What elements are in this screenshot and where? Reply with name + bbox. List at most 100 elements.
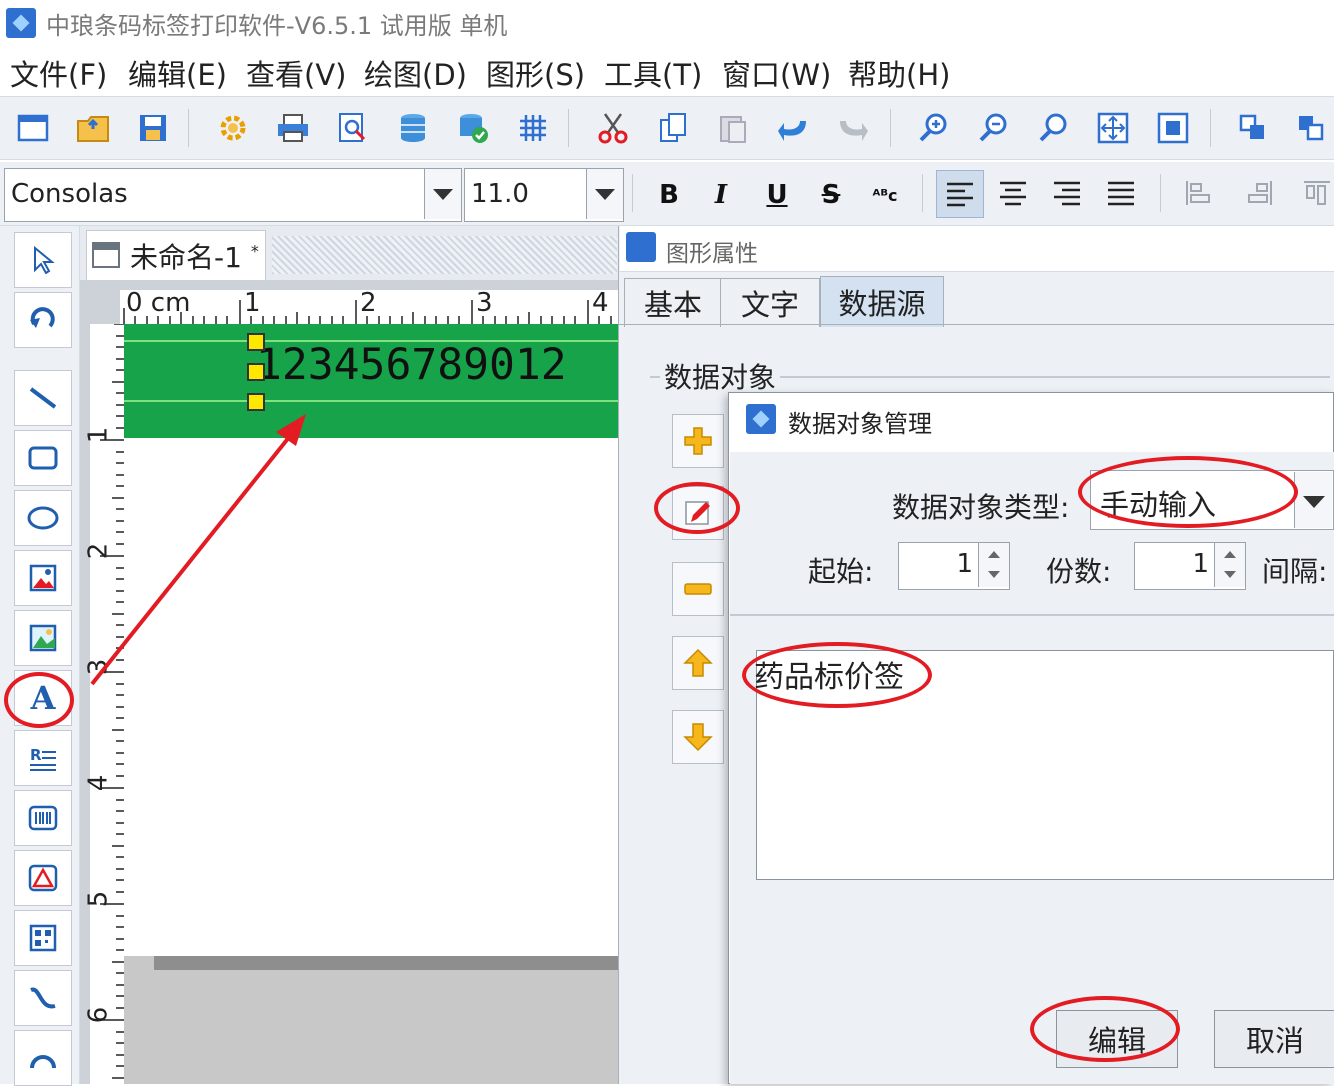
distribute-left-icon[interactable] bbox=[1176, 170, 1222, 216]
start-stepper[interactable]: 1 bbox=[898, 542, 1010, 590]
ruler-tick-label: 4 bbox=[83, 774, 114, 792]
font-name-value: Consolas bbox=[11, 179, 128, 209]
database-icon[interactable] bbox=[390, 105, 436, 151]
resize-handle[interactable] bbox=[247, 393, 265, 411]
menu-tools[interactable]: 工具(T) bbox=[604, 52, 702, 94]
tab-basic[interactable]: 基本 bbox=[624, 278, 722, 327]
zoom-icon[interactable] bbox=[1030, 105, 1076, 151]
ruler-tick-label: 2 bbox=[360, 288, 377, 318]
resize-handle[interactable] bbox=[247, 363, 265, 381]
menu-shape[interactable]: 图形(S) bbox=[486, 52, 585, 94]
rotate-tool-icon[interactable] bbox=[14, 292, 72, 348]
arc-tool-icon[interactable] bbox=[14, 1030, 72, 1086]
cancel-button[interactable]: 取消 bbox=[1214, 1010, 1334, 1068]
document-tab-title: 未命名-1 * bbox=[130, 241, 259, 274]
tab-divider bbox=[618, 324, 1334, 325]
annotation-circle-edit-button bbox=[1030, 996, 1180, 1062]
rich-text-tool-icon[interactable]: R bbox=[14, 730, 72, 786]
chevron-down-icon[interactable] bbox=[424, 169, 461, 219]
menu-edit[interactable]: 编辑(E) bbox=[128, 52, 227, 94]
bold-button[interactable]: B bbox=[646, 172, 692, 218]
text-object[interactable]: 123456789012 bbox=[256, 340, 567, 390]
new-icon[interactable] bbox=[10, 105, 56, 151]
select-pointer-icon[interactable] bbox=[14, 232, 72, 288]
font-size-select[interactable]: 11.0 bbox=[464, 168, 624, 222]
strikethrough-button[interactable]: S bbox=[808, 172, 854, 218]
font-name-select[interactable]: Consolas bbox=[4, 168, 462, 222]
copies-stepper[interactable]: 1 bbox=[1134, 542, 1246, 590]
fit-page-icon[interactable] bbox=[1090, 105, 1136, 151]
copies-value: 1 bbox=[1192, 549, 1209, 579]
remove-icon[interactable] bbox=[672, 562, 724, 616]
bring-front-icon[interactable] bbox=[1230, 105, 1276, 151]
superscript-button[interactable]: ᴬᴮc bbox=[862, 172, 908, 218]
open-icon[interactable] bbox=[70, 105, 116, 151]
rectangle-tool-icon[interactable] bbox=[14, 430, 72, 486]
ruler-tick-label: 6 bbox=[83, 1006, 114, 1024]
copy-icon[interactable] bbox=[650, 105, 696, 151]
ellipse-tool-icon[interactable] bbox=[14, 490, 72, 546]
image-tool-icon[interactable] bbox=[14, 550, 72, 606]
chevron-down-icon[interactable] bbox=[586, 169, 623, 219]
ruler-tick-label: 1 bbox=[83, 426, 114, 444]
tab-datasource[interactable]: 数据源 bbox=[820, 276, 944, 327]
annotation-circle-edit-icon bbox=[654, 482, 740, 534]
move-down-icon[interactable] bbox=[672, 710, 724, 764]
qrcode-tool-icon[interactable] bbox=[14, 910, 72, 966]
spin-arrows-icon[interactable] bbox=[978, 543, 1009, 587]
annotation-circle-text-tool bbox=[4, 672, 74, 728]
menu-file[interactable]: 文件(F) bbox=[10, 52, 107, 94]
print-icon[interactable] bbox=[270, 105, 316, 151]
menu-window[interactable]: 窗口(W) bbox=[722, 52, 831, 94]
cut-icon[interactable] bbox=[590, 105, 636, 151]
zoom-in-icon[interactable] bbox=[910, 105, 956, 151]
main-toolbar bbox=[0, 96, 1334, 160]
print-preview-icon[interactable] bbox=[330, 105, 376, 151]
copies-label: 份数: bbox=[1046, 555, 1112, 588]
app-logo-icon bbox=[6, 8, 36, 38]
paper-shadow bbox=[154, 956, 618, 970]
align-center-icon[interactable] bbox=[990, 170, 1036, 216]
distribute-right-icon[interactable] bbox=[1236, 170, 1282, 216]
distribute-top-icon[interactable] bbox=[1294, 170, 1334, 216]
save-icon[interactable] bbox=[130, 105, 176, 151]
menu-view[interactable]: 查看(V) bbox=[246, 52, 346, 94]
menu-help[interactable]: 帮助(H) bbox=[848, 52, 950, 94]
paste-icon[interactable] bbox=[710, 105, 756, 151]
curve-tool-icon[interactable] bbox=[14, 970, 72, 1026]
add-icon[interactable] bbox=[672, 414, 724, 468]
settings-icon[interactable] bbox=[210, 105, 256, 151]
menu-draw[interactable]: 绘图(D) bbox=[364, 52, 467, 94]
undo-icon[interactable] bbox=[770, 105, 816, 151]
align-left-icon[interactable] bbox=[936, 170, 984, 218]
group-label: 数据对象 bbox=[660, 356, 781, 396]
italic-button[interactable]: I bbox=[698, 172, 744, 218]
grid-icon[interactable] bbox=[510, 105, 556, 151]
underline-button[interactable]: U bbox=[754, 172, 800, 218]
resize-handle[interactable] bbox=[247, 333, 265, 351]
barcode-tool-icon[interactable] bbox=[14, 790, 72, 846]
send-back-icon[interactable] bbox=[1288, 105, 1334, 151]
move-up-icon[interactable] bbox=[672, 636, 724, 690]
zoom-out-icon[interactable] bbox=[970, 105, 1016, 151]
tab-text[interactable]: 文字 bbox=[720, 278, 820, 327]
align-right-icon[interactable] bbox=[1044, 170, 1090, 216]
properties-title: 图形属性 bbox=[666, 241, 758, 267]
ruler-tick-label: 5 bbox=[83, 890, 114, 908]
database-refresh-icon[interactable] bbox=[450, 105, 496, 151]
dialog-separator bbox=[730, 614, 1334, 616]
align-justify-icon[interactable] bbox=[1098, 170, 1144, 216]
spin-arrows-icon[interactable] bbox=[1214, 543, 1245, 587]
start-value: 1 bbox=[956, 549, 973, 579]
interval-label: 间隔: bbox=[1262, 555, 1328, 588]
fit-width-icon[interactable] bbox=[1150, 105, 1196, 151]
shape-tool-icon[interactable] bbox=[14, 850, 72, 906]
ruler-tick-label: 2 bbox=[83, 542, 114, 560]
line-tool-icon[interactable] bbox=[14, 370, 72, 426]
chevron-down-icon[interactable] bbox=[1294, 472, 1332, 528]
picture-tool-icon[interactable] bbox=[14, 610, 72, 666]
ruler-tick-label: 4 bbox=[592, 288, 609, 318]
ruler-unit-label: 0 cm bbox=[126, 288, 191, 318]
redo-icon[interactable] bbox=[830, 105, 876, 151]
font-size-value: 11.0 bbox=[471, 179, 529, 209]
